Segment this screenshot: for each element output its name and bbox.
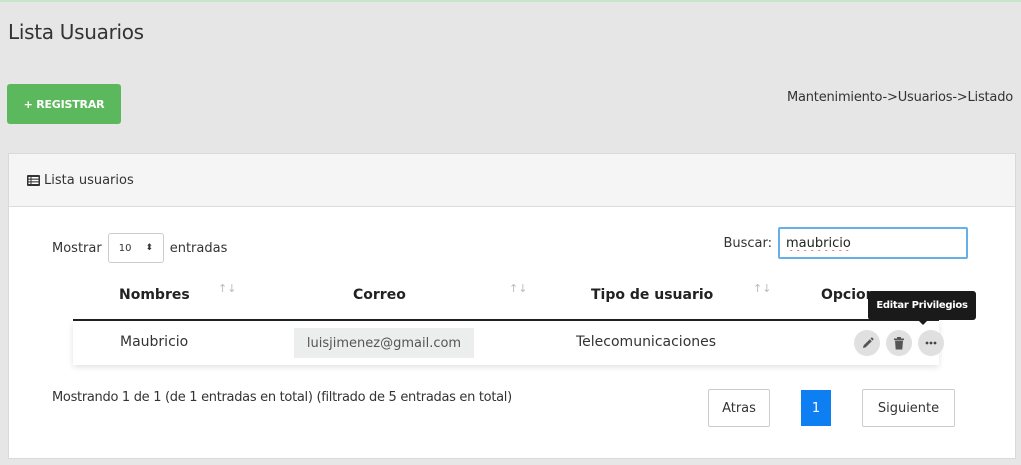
panel-heading-label: Lista usuarios — [44, 172, 134, 188]
cell-tipo: Telecomunicaciones — [576, 334, 717, 350]
delete-button[interactable] — [886, 330, 912, 356]
cell-nombre: Maubricio — [120, 334, 189, 350]
breadcrumb: Mantenimiento->Usuarios->Listado — [786, 90, 1013, 105]
column-header-tipo[interactable]: Tipo de usuario — [591, 287, 713, 303]
select-caret-icon: ⬍ — [145, 243, 153, 253]
sort-icon[interactable]: ↑↓ — [753, 282, 771, 295]
table-info: Mostrando 1 de 1 (de 1 entradas en total… — [52, 390, 512, 405]
list-icon — [27, 174, 40, 186]
prev-page-button[interactable]: Atras — [708, 389, 770, 427]
page-title: Lista Usuarios — [8, 20, 144, 44]
edit-button[interactable] — [854, 330, 880, 356]
page-size-select[interactable]: 10 ⬍ — [107, 233, 164, 263]
search-label: Buscar: — [723, 235, 772, 251]
page-size-value: 10 — [118, 242, 132, 254]
more-icon — [925, 341, 937, 345]
sort-icon[interactable]: ↑↓ — [218, 282, 236, 295]
show-label: Mostrar — [52, 240, 102, 256]
entries-label: entradas — [169, 240, 228, 256]
panel-heading: Lista usuarios — [9, 154, 1015, 207]
table-row: Maubricio luisjimenez@gmail.com Telecomu… — [73, 321, 944, 365]
edit-icon — [862, 336, 874, 348]
users-panel: Lista usuarios Mostrar 10 ⬍ entradas Bus… — [8, 153, 1016, 459]
current-page-button[interactable]: 1 — [801, 390, 831, 426]
column-header-correo[interactable]: Correo — [353, 287, 406, 303]
column-header-nombres[interactable]: Nombres — [119, 287, 190, 303]
sort-icon[interactable]: ↑↓ — [509, 282, 527, 295]
privileges-tooltip: Editar Privilegios — [868, 291, 976, 325]
page-size-control: Mostrar 10 ⬍ entradas — [52, 233, 227, 263]
search-input[interactable] — [778, 227, 968, 259]
privileges-button[interactable] — [918, 330, 944, 356]
trash-icon — [894, 336, 904, 349]
search-control: Buscar: — [723, 227, 968, 259]
register-button[interactable]: + REGISTRAR — [7, 84, 121, 124]
cell-correo: luisjimenez@gmail.com — [294, 328, 474, 358]
next-page-button[interactable]: Siguiente — [862, 389, 955, 427]
